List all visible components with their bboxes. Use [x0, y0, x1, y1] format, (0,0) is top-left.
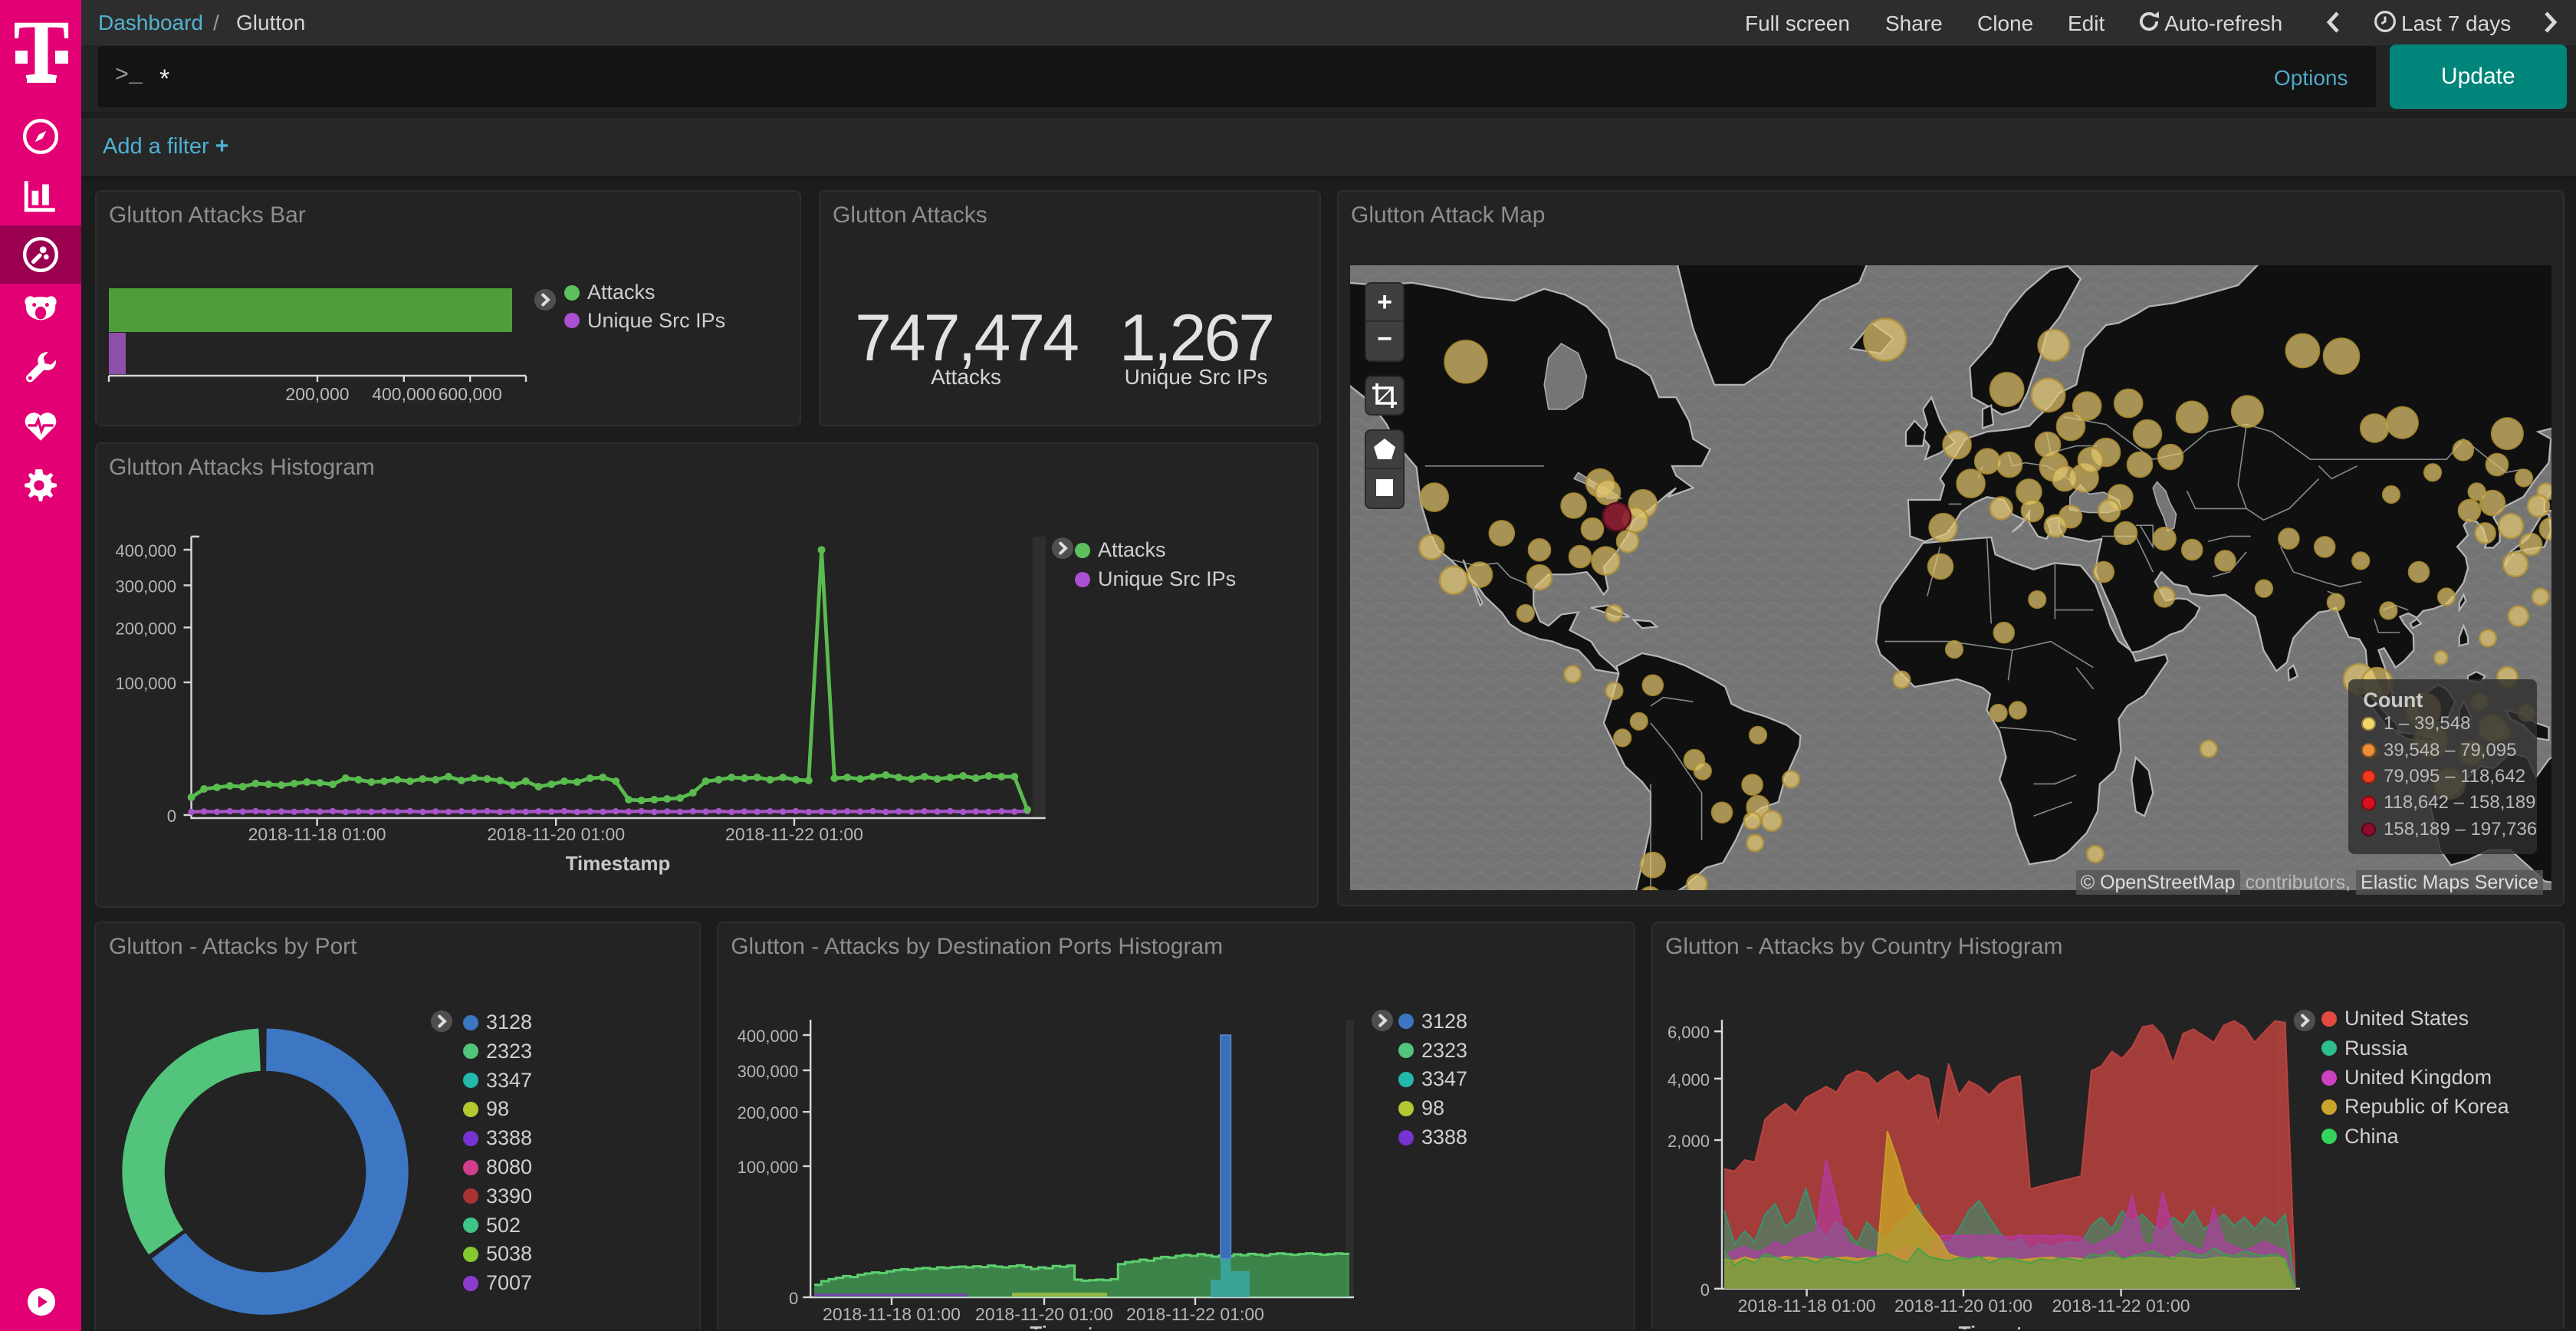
svg-text:400,000: 400,000 [115, 541, 176, 560]
svg-text:400,000: 400,000 [372, 384, 435, 404]
svg-text:2018-11-22 01:00: 2018-11-22 01:00 [725, 824, 863, 844]
svg-text:2018-11-20 01:00: 2018-11-20 01:00 [487, 824, 625, 844]
svg-text:Timestamp: Timestamp [1030, 1322, 1135, 1329]
svg-text:2018-11-18 01:00: 2018-11-18 01:00 [1738, 1296, 1876, 1316]
svg-text:2018-11-18 01:00: 2018-11-18 01:00 [248, 824, 386, 844]
svg-text:300,000: 300,000 [115, 577, 176, 596]
svg-text:200,000: 200,000 [738, 1103, 799, 1122]
svg-text:2018-11-22 01:00: 2018-11-22 01:00 [2052, 1296, 2190, 1316]
svg-text:400,000: 400,000 [738, 1027, 799, 1046]
svg-text:0: 0 [167, 807, 176, 826]
svg-text:0: 0 [789, 1289, 798, 1308]
svg-text:600,000: 600,000 [439, 384, 502, 404]
svg-text:4,000: 4,000 [1668, 1070, 1710, 1089]
svg-text:100,000: 100,000 [115, 674, 176, 693]
svg-text:300,000: 300,000 [738, 1062, 799, 1081]
svg-text:2018-11-18 01:00: 2018-11-18 01:00 [823, 1304, 961, 1324]
svg-text:2018-11-20 01:00: 2018-11-20 01:00 [1894, 1296, 2032, 1316]
svg-text:100,000: 100,000 [738, 1158, 799, 1177]
svg-text:200,000: 200,000 [285, 384, 349, 404]
svg-text:6,000: 6,000 [1668, 1023, 1710, 1042]
svg-text:Timestamp: Timestamp [566, 852, 671, 875]
svg-text:0: 0 [1700, 1280, 1710, 1300]
svg-text:Timestamp: Timestamp [1959, 1322, 2064, 1329]
svg-text:200,000: 200,000 [115, 619, 176, 638]
svg-text:2,000: 2,000 [1668, 1132, 1710, 1151]
svg-text:2018-11-22 01:00: 2018-11-22 01:00 [1126, 1304, 1264, 1324]
